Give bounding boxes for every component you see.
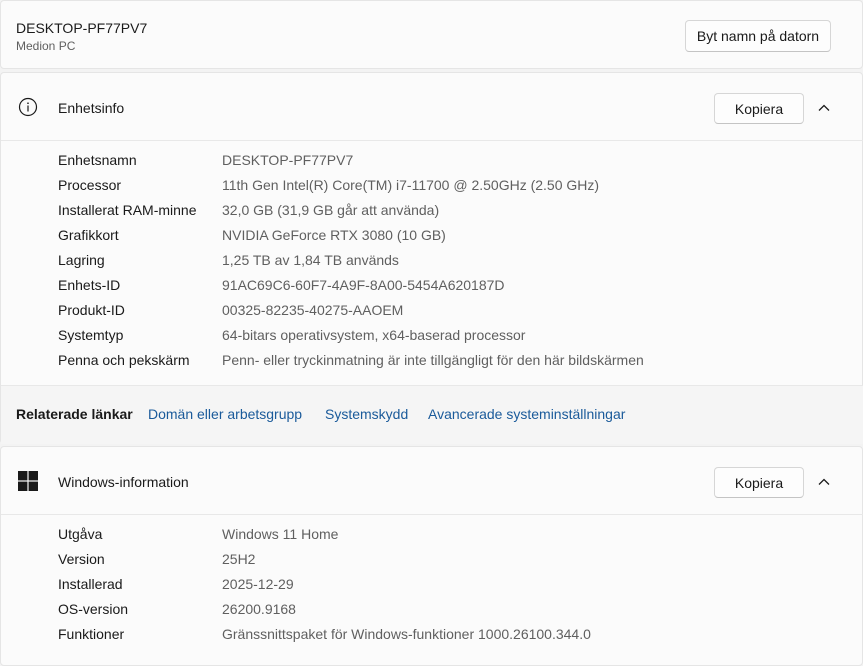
spec-value[interactable]: 32,0 GB (31,9 GB går att använda) xyxy=(222,202,439,218)
related-links-bar: Relaterade länkar Domän eller arbetsgrup… xyxy=(1,385,863,444)
link-system-protection[interactable]: Systemskydd xyxy=(325,406,408,422)
spec-value[interactable]: Windows 11 Home xyxy=(222,526,338,542)
spec-value[interactable]: 64-bitars operativsystem, x64-baserad pr… xyxy=(222,327,525,343)
spec-value[interactable]: Gränssnittspaket för Windows-funktioner … xyxy=(222,626,591,642)
spec-value[interactable]: DESKTOP-PF77PV7 xyxy=(222,152,353,168)
device-header-card: DESKTOP-PF77PV7 Medion PC Byt namn på da… xyxy=(0,0,863,69)
spec-label: Grafikkort xyxy=(58,227,119,243)
spec-label: Installerat RAM-minne xyxy=(58,202,197,218)
chevron-up-icon[interactable] xyxy=(815,473,833,491)
rename-pc-button[interactable]: Byt namn på datorn xyxy=(685,20,831,52)
spec-label: Version xyxy=(58,551,105,567)
device-specs-header[interactable]: Enhetsinfo Kopiera xyxy=(1,73,863,141)
windows-specs-title: Windows-information xyxy=(58,474,189,490)
device-specs-title: Enhetsinfo xyxy=(58,100,125,116)
spec-value[interactable]: 91AC69C6-60F7-4A9F-8A00-5454A620187D xyxy=(222,277,505,293)
spec-value[interactable]: Penn- eller tryckinmatning är inte tillg… xyxy=(222,352,644,368)
spec-value[interactable]: NVIDIA GeForce RTX 3080 (10 GB) xyxy=(222,227,446,243)
windows-logo-icon xyxy=(18,471,38,491)
spec-label: Systemtyp xyxy=(58,327,124,343)
spec-label: Installerad xyxy=(58,576,123,592)
spec-label: Penna och pekskärm xyxy=(58,352,190,368)
related-links-label: Relaterade länkar xyxy=(16,406,133,422)
device-model: Medion PC xyxy=(16,39,76,53)
spec-label: Enhets-ID xyxy=(58,277,121,293)
link-advanced-system-settings[interactable]: Avancerade systeminställningar xyxy=(428,406,625,422)
spec-value[interactable]: 1,25 TB av 1,84 TB används xyxy=(222,252,399,268)
spec-value[interactable]: 11th Gen Intel(R) Core(TM) i7-11700 @ 2.… xyxy=(222,177,599,193)
spec-label: Lagring xyxy=(58,252,105,268)
info-icon xyxy=(18,97,38,117)
device-name: DESKTOP-PF77PV7 xyxy=(16,20,148,36)
link-domain-workgroup[interactable]: Domän eller arbetsgrupp xyxy=(148,406,302,422)
copy-device-specs-button[interactable]: Kopiera xyxy=(714,93,804,124)
windows-specs-header[interactable]: Windows-information Kopiera xyxy=(1,447,863,515)
spec-value[interactable]: 26200.9168 xyxy=(222,601,296,617)
spec-label: Produkt-ID xyxy=(58,302,125,318)
spec-label: Utgåva xyxy=(58,526,103,542)
device-specs-card: Enhetsinfo Kopiera Enhetsnamn DESKTOP-PF7… xyxy=(0,72,863,444)
copy-windows-specs-button[interactable]: Kopiera xyxy=(714,467,804,498)
spec-value[interactable]: 25H2 xyxy=(222,551,255,567)
spec-label: Enhetsnamn xyxy=(58,152,137,168)
spec-value[interactable]: 00325-82235-40275-AAOEM xyxy=(222,302,403,318)
windows-specs-card: Windows-information Kopiera Utgåva Window… xyxy=(0,446,863,666)
spec-value[interactable]: 2025-12-29 xyxy=(222,576,294,592)
chevron-up-icon[interactable] xyxy=(815,99,833,117)
spec-label: OS-version xyxy=(58,601,129,617)
spec-label: Funktioner xyxy=(58,626,125,642)
spec-label: Processor xyxy=(58,177,122,193)
